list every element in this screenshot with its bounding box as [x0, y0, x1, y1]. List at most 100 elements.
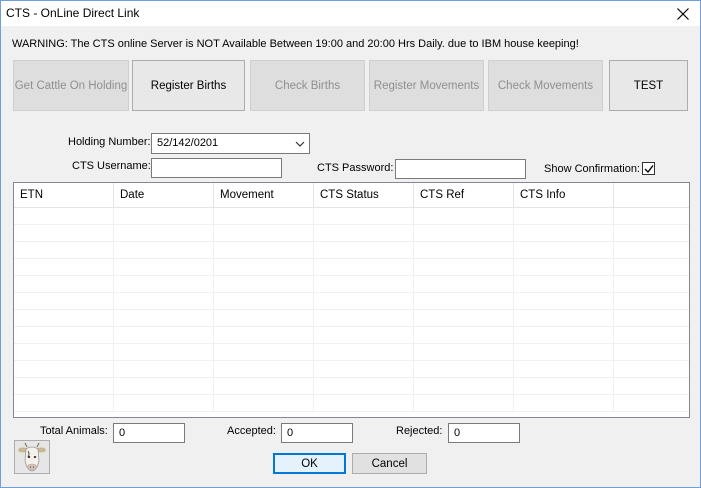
table-cell [114, 208, 214, 225]
table-cell [414, 310, 514, 327]
column-header-cts-ref[interactable]: CTS Ref [414, 183, 514, 208]
table-row[interactable] [14, 259, 689, 276]
accepted-label: Accepted: [227, 425, 276, 437]
table-cell [114, 344, 214, 361]
table-cell [114, 225, 214, 242]
table-cell [314, 293, 414, 310]
check-movements-button[interactable]: Check Movements [488, 60, 603, 111]
window-title: CTS - OnLine Direct Link [6, 6, 140, 20]
grid-header: ETN Date Movement CTS Status CTS Ref CTS… [14, 183, 689, 208]
column-header-cts-status[interactable]: CTS Status [314, 183, 414, 208]
table-row[interactable] [14, 310, 689, 327]
title-bar: CTS - OnLine Direct Link [1, 1, 700, 26]
table-cell [114, 378, 214, 395]
table-cell [214, 361, 314, 378]
close-icon [677, 7, 689, 20]
cow-logo-button[interactable] [14, 440, 50, 474]
column-header-etn[interactable]: ETN [14, 183, 114, 208]
table-cell [14, 310, 114, 327]
table-cell [314, 259, 414, 276]
table-cell [14, 225, 114, 242]
accepted-field[interactable]: 0 [281, 423, 353, 443]
table-cell [214, 225, 314, 242]
grid-rows [14, 208, 689, 412]
table-row[interactable] [14, 276, 689, 293]
table-cell [14, 276, 114, 293]
table-cell [14, 293, 114, 310]
cancel-button[interactable]: Cancel [352, 453, 427, 474]
table-cell [414, 395, 514, 412]
table-cell [14, 395, 114, 412]
table-cell [514, 225, 614, 242]
get-cattle-on-holding-button[interactable]: Get Cattle On Holding [13, 60, 129, 111]
table-cell [414, 225, 514, 242]
show-confirmation-checkbox[interactable] [642, 162, 655, 175]
table-cell [314, 225, 414, 242]
table-cell [414, 242, 514, 259]
movements-grid[interactable]: ETN Date Movement CTS Status CTS Ref CTS… [13, 182, 690, 418]
check-births-button[interactable]: Check Births [250, 60, 365, 111]
table-cell [314, 310, 414, 327]
table-row[interactable] [14, 361, 689, 378]
table-cell [214, 378, 314, 395]
table-row[interactable] [14, 208, 689, 225]
cts-password-label: CTS Password: [317, 162, 394, 174]
table-row[interactable] [14, 378, 689, 395]
cts-password-input[interactable] [395, 159, 526, 179]
table-cell [414, 259, 514, 276]
table-cell [314, 361, 414, 378]
register-births-button[interactable]: Register Births [132, 60, 245, 111]
table-cell [14, 208, 114, 225]
table-cell [214, 259, 314, 276]
column-header-cts-info[interactable]: CTS Info [514, 183, 614, 208]
table-cell [214, 276, 314, 293]
cts-dialog-window: CTS - OnLine Direct Link WARNING: The CT… [0, 0, 701, 488]
total-animals-field[interactable]: 0 [113, 423, 185, 443]
test-button[interactable]: TEST [609, 60, 688, 111]
table-cell [314, 378, 414, 395]
table-row[interactable] [14, 293, 689, 310]
table-row[interactable] [14, 344, 689, 361]
table-cell [414, 276, 514, 293]
table-cell [514, 208, 614, 225]
holding-number-value: 52/142/0201 [157, 137, 219, 149]
table-cell [214, 395, 314, 412]
table-cell [514, 242, 614, 259]
table-cell [314, 242, 414, 259]
table-row[interactable] [14, 242, 689, 259]
table-cell [414, 378, 514, 395]
table-row[interactable] [14, 225, 689, 242]
table-row[interactable] [14, 327, 689, 344]
table-cell [514, 361, 614, 378]
table-cell [114, 276, 214, 293]
table-cell [314, 276, 414, 293]
checkmark-icon [644, 165, 654, 174]
register-movements-button[interactable]: Register Movements [369, 60, 484, 111]
table-cell [114, 310, 214, 327]
table-cell [514, 395, 614, 412]
table-cell [114, 242, 214, 259]
column-header-movement[interactable]: Movement [214, 183, 314, 208]
table-cell [114, 361, 214, 378]
chevron-down-icon [295, 141, 305, 147]
close-button[interactable] [666, 1, 700, 26]
table-cell [14, 327, 114, 344]
cts-username-input[interactable] [151, 158, 282, 178]
total-animals-label: Total Animals: [40, 425, 108, 437]
cow-icon [18, 442, 46, 472]
ok-button[interactable]: OK [273, 453, 346, 474]
table-cell [514, 276, 614, 293]
table-cell [514, 310, 614, 327]
table-cell [514, 327, 614, 344]
table-cell [414, 293, 514, 310]
table-cell [514, 259, 614, 276]
table-cell [314, 395, 414, 412]
rejected-field[interactable]: 0 [448, 423, 520, 443]
table-cell [14, 242, 114, 259]
holding-number-select[interactable]: 52/142/0201 [151, 133, 310, 154]
table-cell [414, 361, 514, 378]
rejected-label: Rejected: [396, 425, 443, 437]
column-header-date[interactable]: Date [114, 183, 214, 208]
table-cell [214, 327, 314, 344]
table-row[interactable] [14, 395, 689, 412]
